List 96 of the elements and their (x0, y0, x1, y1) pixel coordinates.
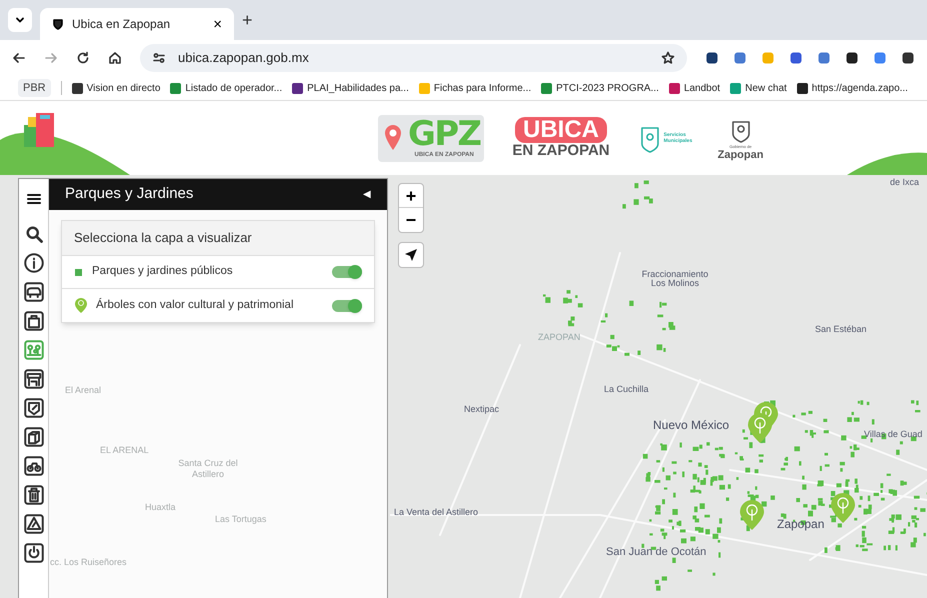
extension-icon (761, 51, 775, 65)
address-bar[interactable]: ubica.zapopan.gob.mx (140, 44, 687, 72)
zoom-in-button[interactable]: + (399, 184, 423, 208)
sidebar-item[interactable] (24, 253, 44, 273)
faded-map-label: El Arenal (65, 385, 102, 396)
tree-marker-icon (74, 297, 88, 314)
menu-icon (26, 191, 42, 207)
bookmark-favicon-icon (668, 82, 680, 94)
bookmark-link[interactable]: PLAI_Habilidades pa... (292, 80, 409, 96)
tree-marker-icon (830, 492, 856, 524)
tab-close-button[interactable]: × (213, 16, 222, 32)
profile-chip[interactable]: PBR (18, 78, 51, 98)
sidebar-item[interactable] (24, 543, 44, 563)
map-label: La Venta del Astillero (394, 508, 478, 517)
park-icon (24, 340, 44, 360)
collapse-button[interactable]: ◀ (363, 187, 371, 202)
url-text: ubica.zapopan.gob.mx (178, 49, 310, 68)
layer-label: Parques y jardines públicos (92, 264, 234, 280)
star-icon (661, 51, 675, 65)
sidebar-item[interactable] (24, 456, 44, 476)
map-label: ZAPOPAN (538, 333, 580, 342)
bookmark-link[interactable]: Vision en directo (72, 80, 160, 96)
map-label: San Juan de Ocotán (606, 547, 706, 558)
panel-title: Parques y Jardines (65, 184, 194, 204)
chevron-down-icon (15, 15, 25, 25)
zoom-out-button[interactable]: − (399, 208, 423, 232)
map-label: de Ixca (890, 178, 920, 187)
map-label: Nextipac (464, 405, 500, 414)
layer-toggle[interactable] (332, 300, 362, 312)
card-title: Selecciona la capa a visualizar (74, 229, 252, 248)
tab-list-button[interactable] (8, 8, 32, 32)
map-label: Zapopan (777, 518, 824, 530)
store-icon (24, 369, 44, 389)
map-label: La Cuchilla (604, 385, 649, 394)
bookmark-favicon-icon (796, 82, 808, 94)
site-settings-icon (152, 51, 166, 65)
tree-marker-icon (747, 412, 773, 444)
location-arrow-icon (404, 248, 418, 262)
map-view[interactable] (0, 175, 927, 598)
sidebar-item[interactable] (24, 224, 44, 244)
faded-map-label: EL ARENAL (100, 445, 149, 456)
bookmark-favicon-icon (730, 82, 742, 94)
faded-map-label: cc. Los Ruiseñores (50, 557, 127, 568)
bookmark-favicon-icon (292, 82, 304, 94)
map-label: San Estéban (815, 325, 867, 334)
extension-icon (901, 51, 915, 65)
power-icon (24, 543, 44, 563)
tree-marker-icon (739, 499, 765, 531)
sidebar-item[interactable] (24, 427, 44, 447)
bus-icon (24, 282, 44, 302)
bookmark-link[interactable]: Fichas para Informe... (418, 80, 532, 96)
reload-icon (76, 51, 90, 65)
locate-button[interactable] (398, 242, 424, 268)
bookmark-link[interactable]: Listado de operador... (170, 80, 282, 96)
back-icon (12, 51, 26, 65)
sidebar-item[interactable] (24, 514, 44, 534)
bookmark-link[interactable]: New chat (730, 80, 787, 96)
bookmark-link[interactable]: PTCI-2023 PROGRA... (541, 80, 659, 96)
map-label: Nuevo México (653, 419, 730, 431)
legend-square-icon (75, 268, 82, 276)
layer-toggle[interactable] (332, 266, 362, 278)
map-label: Fraccionamiento Los Molinos (640, 270, 710, 288)
extension-icon (705, 51, 719, 65)
faded-map-label: Santa Cruz del Astillero (178, 458, 238, 480)
faded-map-label: Huaxtla (145, 502, 176, 514)
map-label: Villas de Guad (864, 430, 922, 439)
bookmark-link[interactable]: https://agenda.zapo... (796, 80, 908, 96)
search-icon (24, 224, 44, 244)
bicycle-icon (24, 456, 44, 476)
tab-title: Ubica en Zapopan (72, 16, 172, 33)
faded-map-label: Las Tortugas (215, 514, 266, 526)
trash-icon (24, 485, 44, 505)
bookmark-favicon-icon (418, 82, 430, 94)
home-icon (108, 51, 122, 65)
sidebar-item[interactable] (24, 311, 44, 331)
bookmark-favicon-icon (72, 82, 83, 94)
layer-label: Árboles con valor cultural y patrimonial (96, 297, 295, 313)
sidebar-item[interactable] (24, 369, 44, 389)
extension-icon (873, 51, 887, 65)
shield-icon (52, 18, 64, 30)
extension-icon (845, 51, 859, 65)
new-tab-button[interactable]: + (242, 7, 253, 34)
building-icon (24, 427, 44, 447)
bookmark-favicon-icon (170, 82, 182, 94)
extension-icon (789, 51, 803, 65)
sidebar-item[interactable] (24, 282, 44, 302)
forward-icon (44, 51, 58, 65)
road-icon (24, 514, 44, 534)
bookmark-link[interactable]: Landbot (668, 80, 720, 96)
extension-icon (817, 51, 831, 65)
browser-tab[interactable]: Ubica en Zapopan × (40, 8, 234, 40)
info-icon (24, 253, 44, 273)
sidebar-item[interactable] (24, 485, 44, 505)
bookmark-favicon-icon (541, 82, 552, 94)
extension-icon (733, 51, 747, 65)
bag-icon (24, 311, 44, 331)
